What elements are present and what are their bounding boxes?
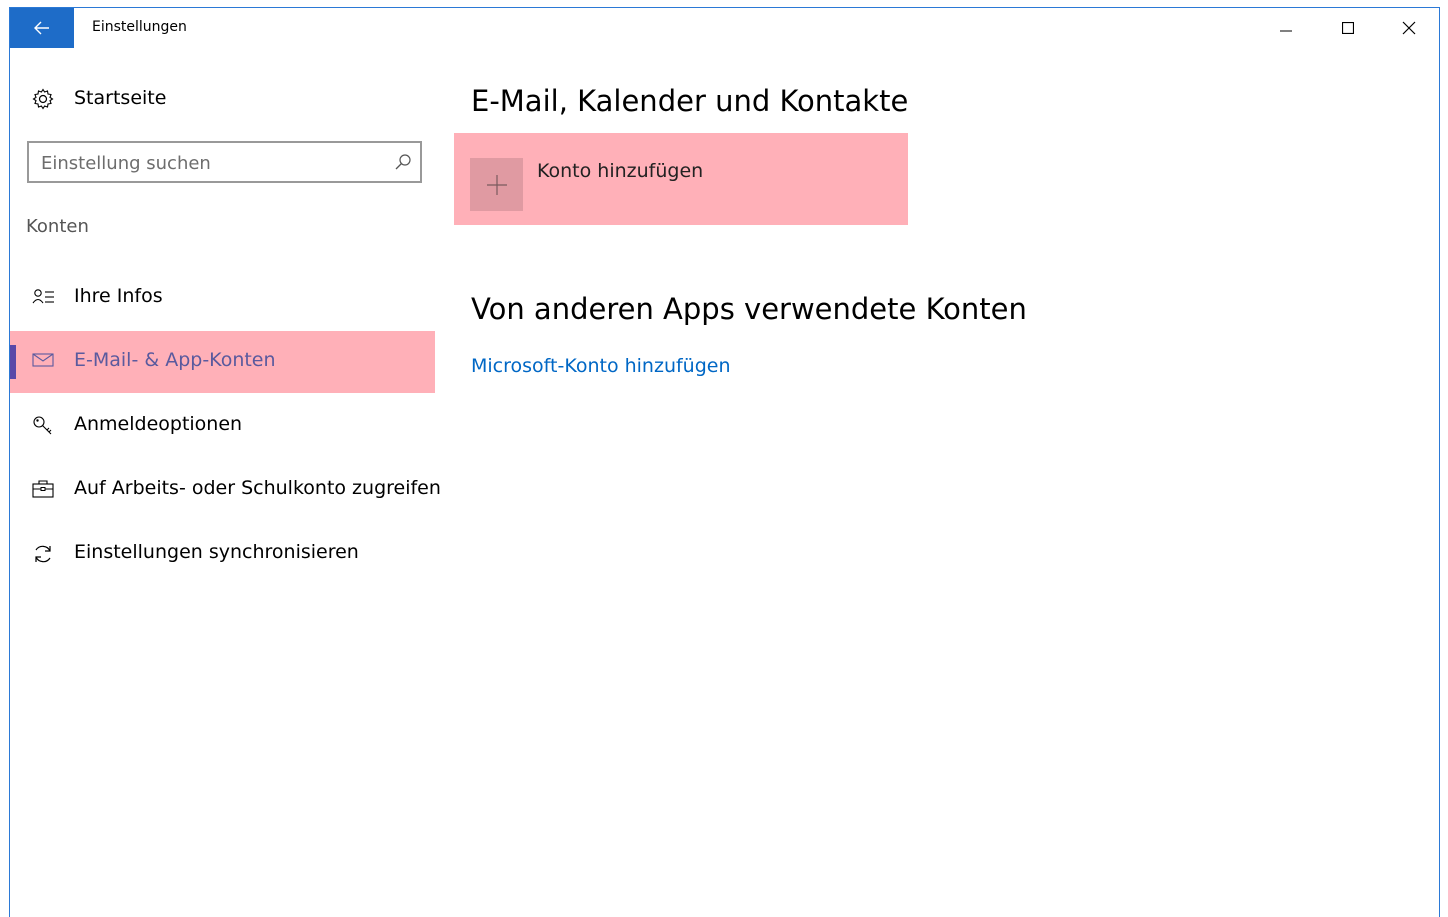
sidebar-home[interactable]: Startseite bbox=[10, 78, 435, 118]
window-title: Einstellungen bbox=[92, 19, 187, 35]
key-icon bbox=[32, 415, 54, 437]
sidebar-item-arbeits-schulkonto[interactable]: Auf Arbeits- oder Schulkonto zugreifen bbox=[10, 459, 441, 521]
add-microsoft-account-link[interactable]: Microsoft-Konto hinzufügen bbox=[471, 355, 731, 377]
main-content: E-Mail, Kalender und Kontakte Konto hinz… bbox=[435, 48, 1435, 908]
maximize-button[interactable] bbox=[1317, 8, 1379, 48]
briefcase-icon bbox=[32, 479, 54, 501]
gear-icon bbox=[32, 88, 54, 115]
section-title-email: E-Mail, Kalender und Kontakte bbox=[471, 84, 909, 118]
minimize-icon bbox=[1280, 30, 1292, 32]
sidebar-item-label: Ihre Infos bbox=[74, 285, 163, 307]
plus-icon bbox=[470, 158, 523, 211]
settings-window: Einstellungen Startseite Einstellung suc… bbox=[9, 7, 1440, 917]
sidebar-item-ihre-infos[interactable]: Ihre Infos bbox=[10, 267, 435, 329]
sidebar-item-anmeldeoptionen[interactable]: Anmeldeoptionen bbox=[10, 395, 435, 457]
close-icon bbox=[1402, 21, 1416, 35]
back-button[interactable] bbox=[10, 8, 74, 48]
close-button[interactable] bbox=[1378, 8, 1440, 48]
maximize-icon bbox=[1342, 22, 1354, 34]
sidebar-item-label: Anmeldeoptionen bbox=[74, 413, 243, 435]
add-account-label: Konto hinzufügen bbox=[537, 160, 704, 182]
sync-icon bbox=[32, 543, 54, 565]
contact-info-icon bbox=[32, 287, 54, 309]
sidebar-item-label: Auf Arbeits- oder Schulkonto zugreifen bbox=[74, 477, 441, 499]
add-account-button[interactable]: Konto hinzufügen bbox=[454, 133, 908, 225]
search-box[interactable] bbox=[27, 141, 422, 183]
section-title-other-apps: Von anderen Apps verwendete Konten bbox=[471, 292, 1027, 326]
sidebar-item-email-app-konten[interactable]: E-Mail- & App-Konten bbox=[10, 331, 435, 393]
search-icon[interactable] bbox=[394, 153, 412, 175]
section-label-konten: Konten bbox=[26, 216, 89, 237]
sidebar-item-label: E-Mail- & App-Konten bbox=[74, 349, 276, 371]
sidebar-item-synchronisieren[interactable]: Einstellungen synchronisieren bbox=[10, 523, 435, 585]
minimize-button[interactable] bbox=[1255, 8, 1317, 48]
selection-indicator bbox=[10, 345, 16, 379]
sidebar-home-label: Startseite bbox=[74, 87, 167, 109]
mail-icon bbox=[32, 351, 54, 373]
title-bar: Einstellungen bbox=[10, 8, 1439, 48]
search-input[interactable] bbox=[39, 149, 383, 177]
sidebar: Startseite Konten bbox=[10, 48, 441, 908]
back-arrow-icon bbox=[34, 21, 49, 35]
sidebar-item-label: Einstellungen synchronisieren bbox=[74, 541, 359, 563]
